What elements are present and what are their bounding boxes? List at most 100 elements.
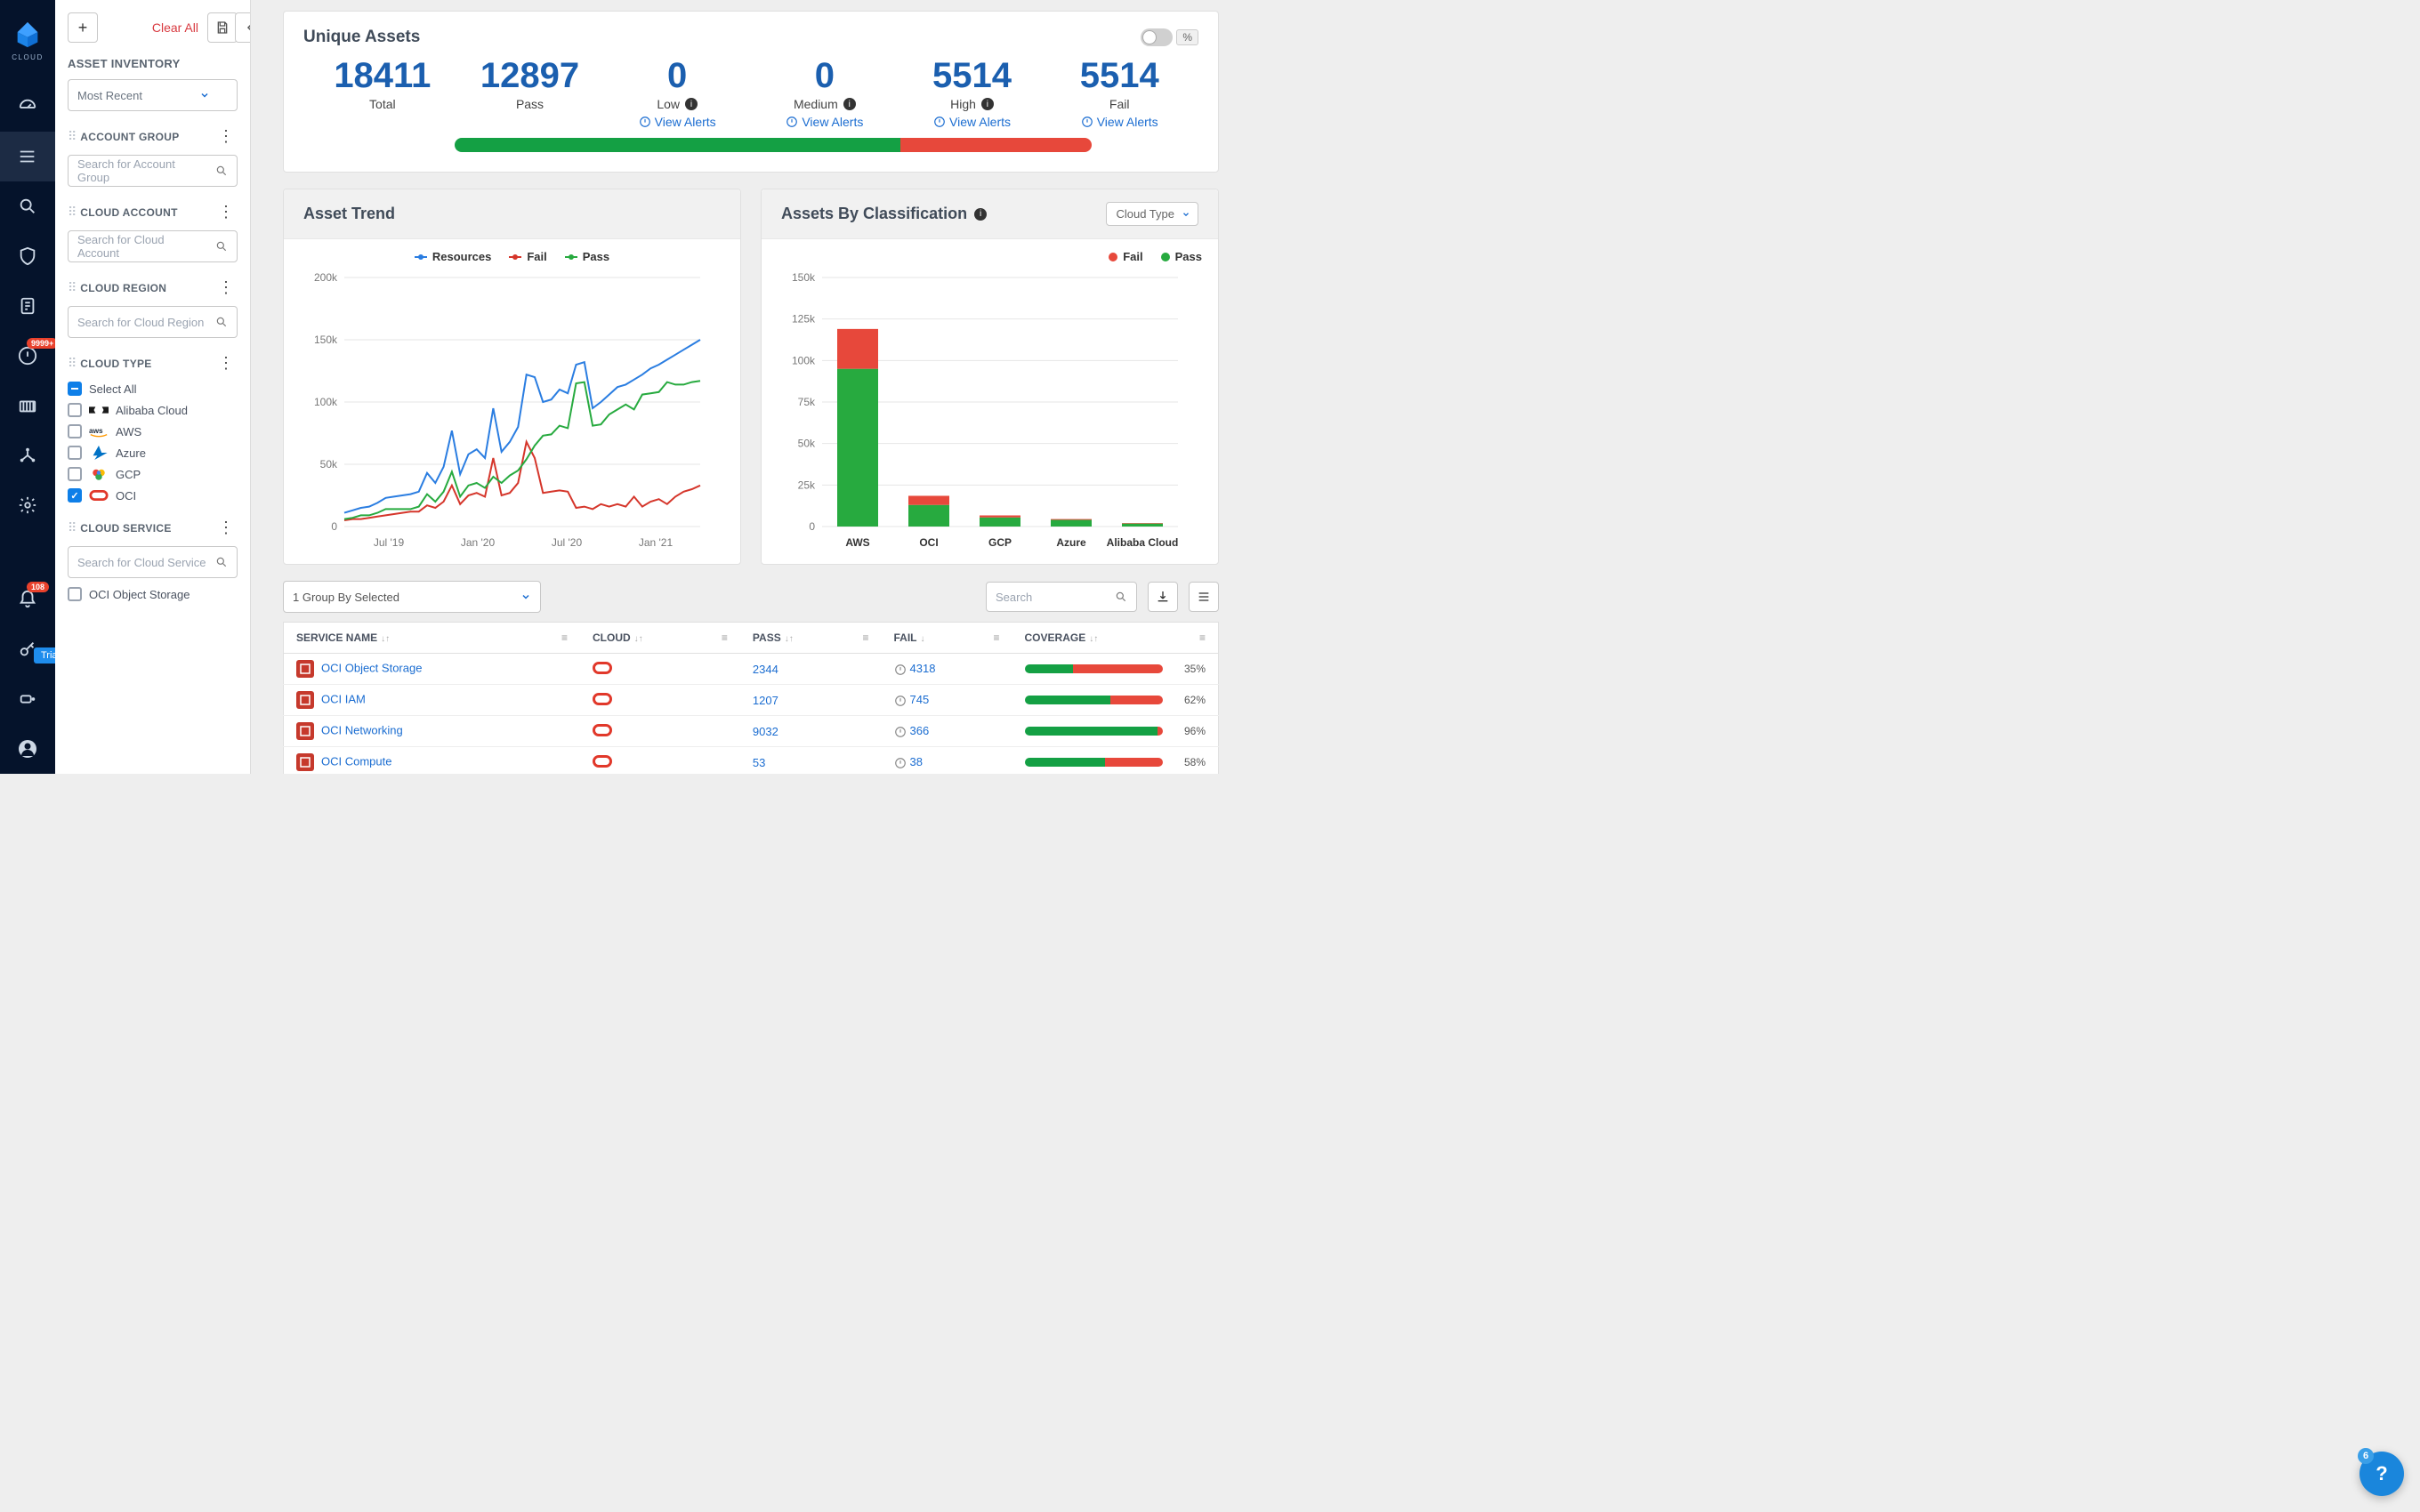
nav-network[interactable] — [0, 430, 55, 480]
drag-handle-icon: ⠿ — [68, 520, 75, 535]
fail-link[interactable]: 38 — [910, 755, 923, 768]
kebab-icon[interactable]: ⋮ — [214, 278, 238, 297]
cloud-type-item[interactable]: awsAWS — [68, 424, 238, 438]
oci-icon — [593, 755, 612, 768]
unique-assets-card: Unique Assets % 18411Total12897Pass0Lowi… — [283, 11, 1219, 173]
svg-text:0: 0 — [809, 520, 815, 533]
inventory-select[interactable]: Most Recent — [68, 79, 238, 111]
unique-assets-title: Unique Assets — [303, 28, 420, 47]
search-icon — [215, 240, 228, 253]
service-icon — [296, 753, 314, 771]
asset-trend-chart: 050k100k150k200kJul '19Jan '20Jul '20Jan… — [300, 269, 709, 553]
nav-settings[interactable] — [0, 480, 55, 530]
nav-scan[interactable] — [0, 674, 55, 724]
nav-investigate[interactable] — [0, 181, 55, 231]
classification-chart: 025k50k75k100k125k150kAWSOCIGCPAzureAlib… — [778, 269, 1187, 553]
clear-all-button[interactable]: Clear All — [149, 20, 202, 35]
service-link[interactable]: OCI Object Storage — [321, 661, 422, 674]
nav-rail: CLOUD 9999+ 108 Trial — [0, 0, 55, 774]
view-alerts-link[interactable]: View Alerts — [1045, 115, 1193, 129]
cloud-service-item[interactable]: OCI Object Storage — [68, 587, 238, 601]
nav-containers[interactable] — [0, 381, 55, 430]
view-alerts-link[interactable]: View Alerts — [899, 115, 1046, 129]
nav-profile[interactable] — [0, 724, 55, 774]
coverage-cell: 96% — [1025, 725, 1206, 737]
pct-toggle[interactable] — [1141, 28, 1173, 46]
download-button[interactable] — [1148, 582, 1178, 612]
table-header[interactable]: CLOUD↓↑≡ — [580, 623, 740, 654]
cloud-type-select-all[interactable]: Select All — [68, 382, 238, 396]
services-table: SERVICE NAME↓↑≡CLOUD↓↑≡PASS↓↑≡FAIL↓≡COVE… — [283, 622, 1219, 774]
fail-link[interactable]: 366 — [910, 724, 930, 737]
cloud-type-item[interactable]: ✓OCI — [68, 488, 238, 503]
group-by-select[interactable]: 1 Group By Selected — [283, 581, 541, 613]
table-header[interactable]: COVERAGE↓↑≡ — [1012, 623, 1219, 654]
svg-text:AWS: AWS — [845, 536, 869, 549]
cloud-type-item[interactable]: Alibaba Cloud — [68, 403, 238, 417]
view-toggle-button[interactable] — [1189, 582, 1219, 612]
table-header[interactable]: FAIL↓≡ — [882, 623, 1012, 654]
kebab-icon[interactable]: ⋮ — [214, 127, 238, 146]
nav-dashboard[interactable] — [0, 82, 55, 132]
cloud-region-search[interactable]: Search for Cloud Region — [68, 306, 238, 338]
drag-handle-icon: ⠿ — [68, 356, 75, 371]
oci-icon — [593, 693, 612, 705]
nav-alerts[interactable]: 9999+ — [0, 331, 55, 381]
svg-text:Alibaba Cloud: Alibaba Cloud — [1107, 536, 1179, 549]
table-search[interactable]: Search — [986, 582, 1137, 612]
notif-badge: 108 — [27, 582, 49, 592]
table-header[interactable]: SERVICE NAME↓↑≡ — [284, 623, 581, 654]
pass-link[interactable]: 2344 — [753, 663, 778, 676]
svg-text:aws: aws — [89, 427, 103, 435]
service-link[interactable]: OCI Networking — [321, 723, 403, 736]
pass-link[interactable]: 53 — [753, 756, 765, 769]
nav-policies[interactable] — [0, 281, 55, 331]
nav-key[interactable] — [0, 624, 55, 674]
kebab-icon[interactable]: ⋮ — [214, 354, 238, 373]
kebab-icon[interactable]: ⋮ — [214, 519, 238, 537]
coverage-cell: 62% — [1025, 694, 1206, 706]
table-header[interactable]: PASS↓↑≡ — [740, 623, 882, 654]
nav-compliance[interactable] — [0, 231, 55, 281]
view-alerts-link[interactable]: View Alerts — [603, 115, 751, 129]
info-icon: i — [685, 98, 698, 110]
service-link[interactable]: OCI IAM — [321, 692, 366, 705]
trend-legend: Resources Fail Pass — [300, 250, 724, 263]
pass-link[interactable]: 1207 — [753, 694, 778, 707]
drag-handle-icon: ⠿ — [68, 129, 75, 144]
pass-link[interactable]: 9032 — [753, 725, 778, 738]
cloud-type-item[interactable]: GCP — [68, 467, 238, 481]
view-alerts-link[interactable]: View Alerts — [751, 115, 899, 129]
asset-inventory-title: ASSET INVENTORY — [68, 57, 238, 70]
svg-text:25k: 25k — [798, 479, 816, 491]
service-icon — [296, 691, 314, 709]
nav-notifications[interactable]: 108 — [0, 575, 55, 624]
account-group-search[interactable]: Search for Account Group — [68, 155, 238, 187]
fail-link[interactable]: 4318 — [910, 662, 936, 675]
table-row: OCI IAM 1207 745 62% — [284, 685, 1219, 716]
filter-sidebar: + Clear All ASSET INVENTORY Most Recent … — [55, 0, 251, 774]
kebab-icon[interactable]: ⋮ — [214, 203, 238, 221]
save-filter-button[interactable] — [207, 12, 238, 43]
fail-link[interactable]: 745 — [910, 693, 930, 706]
add-filter-button[interactable]: + — [68, 12, 98, 43]
svg-text:100k: 100k — [792, 354, 816, 366]
coverage-cell: 58% — [1025, 756, 1206, 768]
svg-text:50k: 50k — [320, 458, 338, 470]
metric-total: 18411Total — [309, 58, 456, 129]
svg-text:Jan '21: Jan '21 — [639, 536, 674, 549]
chevron-down-icon — [199, 90, 210, 101]
classification-select[interactable]: Cloud Type — [1106, 202, 1198, 226]
cloud-account-search[interactable]: Search for Cloud Account — [68, 230, 238, 262]
service-icon — [296, 660, 314, 678]
nav-inventory[interactable] — [0, 132, 55, 181]
oci-icon — [593, 724, 612, 736]
service-link[interactable]: OCI Compute — [321, 754, 391, 768]
cloud-type-item[interactable]: Azure — [68, 446, 238, 460]
collapse-sidebar-button[interactable] — [235, 12, 251, 43]
cloud-service-search[interactable]: Search for Cloud Service — [68, 546, 238, 578]
table-row: OCI Networking 9032 366 96% — [284, 716, 1219, 747]
search-icon — [215, 165, 228, 177]
help-button[interactable]: ? 6 — [2360, 1452, 2404, 1496]
oci-icon — [593, 662, 612, 674]
